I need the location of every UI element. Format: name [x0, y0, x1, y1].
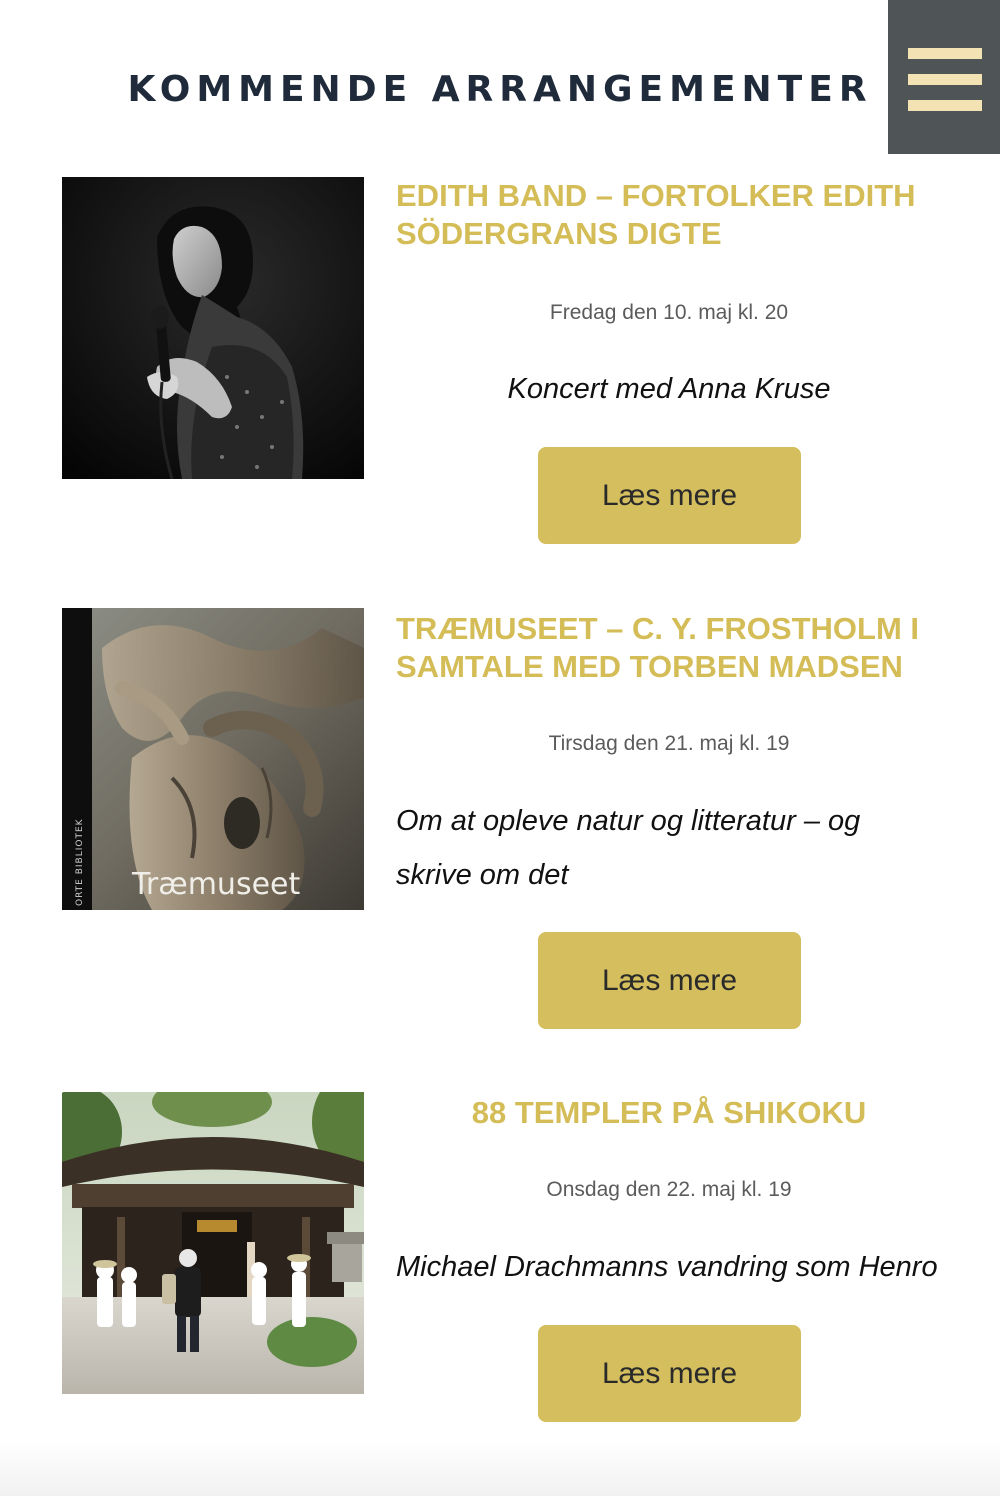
event-title[interactable]: 88 TEMPLER PÅ SHIKOKU [396, 1094, 942, 1132]
read-more-button[interactable]: Læs mere [538, 447, 801, 544]
event-image[interactable]: ORTE BIBLIOTEK Træmuseet [62, 608, 364, 910]
read-more-button[interactable]: Læs mere [538, 1325, 801, 1422]
read-more-button[interactable]: Læs mere [538, 932, 801, 1029]
event-title[interactable]: EDITH BAND – FORTOLKER EDITH SÖDERGRANS … [396, 177, 942, 253]
event-description: Michael Drachmanns vandring som Henro [396, 1251, 938, 1283]
image-title-text: Træmuseet [131, 867, 300, 902]
bottom-fade [0, 1440, 1000, 1496]
event-image[interactable] [62, 1092, 364, 1394]
event-item: 88 TEMPLER PÅ SHIKOKU Onsdag den 22. maj… [0, 1092, 1000, 1424]
event-date: Fredag den 10. maj kl. 20 [549, 301, 789, 324]
event-description: Om at opleve natur og litteratur – og sk… [396, 805, 861, 891]
page-title: KOMMENDE ARRANGEMENTER [127, 69, 873, 110]
event-description: Koncert med Anna Kruse [507, 373, 831, 405]
event-date: Onsdag den 22. maj kl. 19 [546, 1178, 792, 1201]
event-item: ORTE BIBLIOTEK Træmuseet TRÆMUSEET – C. … [0, 608, 1000, 1030]
event-date: Tirsdag den 21. maj kl. 19 [548, 732, 790, 755]
event-item: EDITH BAND – FORTOLKER EDITH SÖDERGRANS … [0, 177, 1000, 547]
event-title[interactable]: TRÆMUSEET – C. Y. FROSTHOLM I SAMTALE ME… [396, 610, 942, 686]
menu-button[interactable] [888, 0, 1000, 154]
event-image[interactable] [62, 177, 364, 479]
image-spine-text: ORTE BIBLIOTEK [75, 818, 85, 906]
